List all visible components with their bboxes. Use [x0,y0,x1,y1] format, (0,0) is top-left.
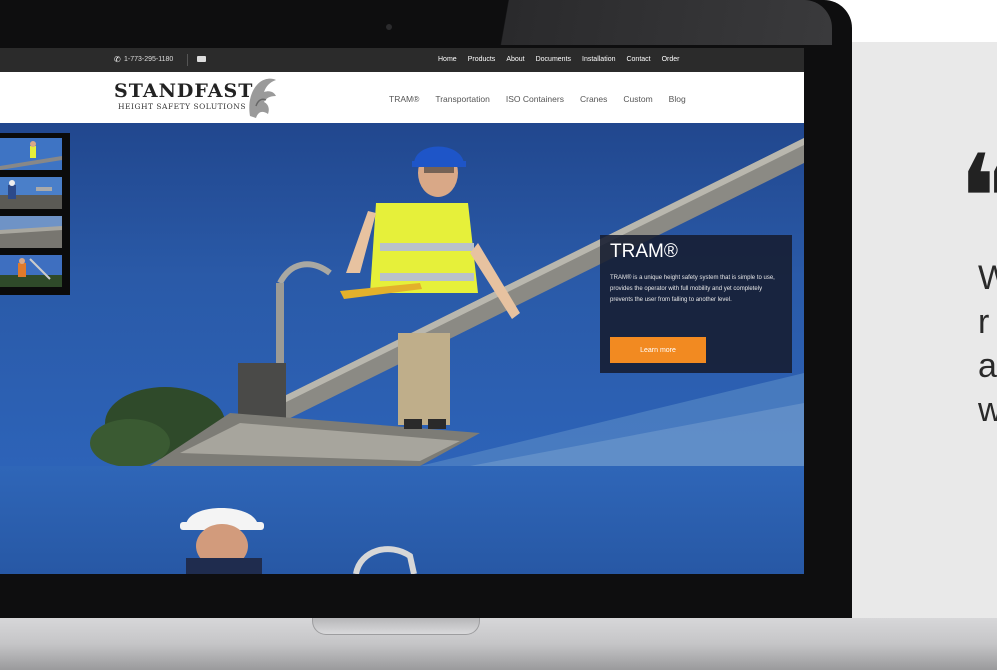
topnav-about[interactable]: About [506,56,524,63]
top-nav: Home Products About Documents Installati… [438,56,691,63]
hero-caption-box: TRAM® TRAM® is a unique height safety sy… [600,235,792,373]
quote-mark: ❝ [958,130,997,269]
section2-photo [180,508,417,574]
second-section-photo [0,466,804,574]
spartan-helmet-icon [249,78,276,118]
laptop-notch [312,618,480,635]
phone-icon: ✆ [114,55,121,64]
main-nav: TRAM® Transportation ISO Containers Cran… [389,94,702,104]
nav-transportation[interactable]: Transportation [435,94,490,104]
camera-dot [386,24,392,30]
topnav-products[interactable]: Products [468,56,496,63]
nav-tram[interactable]: TRAM® [389,94,419,104]
topnav-installation[interactable]: Installation [582,56,615,63]
bezel-gloss [490,0,832,45]
site-header: STANDFAST HEIGHT SAFETY SOLUTIONS TRAM® … [0,72,804,123]
phone-number[interactable]: 1-773-295-1180 [124,56,173,63]
side-letter: W [978,259,997,297]
topnav-home[interactable]: Home [438,56,457,63]
hero-description: TRAM® is a unique height safety system t… [610,275,775,303]
hero-banner: TRAM® TRAM® is a unique height safety sy… [0,123,804,466]
laptop-base [0,618,997,670]
topnav-documents[interactable]: Documents [536,56,571,63]
logo-wordmark[interactable]: STANDFAST [114,80,253,102]
nav-custom[interactable]: Custom [623,94,652,104]
thumbnail-strip [0,133,70,295]
side-letter: w [978,391,997,429]
thumbnail-2[interactable] [0,177,62,209]
thumbnail-3[interactable] [0,216,62,248]
mail-icon[interactable] [197,56,206,62]
thumbnail-1[interactable] [0,138,62,170]
learn-more-button[interactable]: Learn more [610,337,706,363]
logo-tagline: HEIGHT SAFETY SOLUTIONS [118,102,246,111]
top-bar: ✆ 1-773-295-1180 Home Products About Doc… [0,48,804,72]
side-panel [848,42,997,622]
side-letter: r [978,303,990,341]
hero-title: TRAM® [610,241,678,262]
thumbnail-4[interactable] [0,255,62,287]
topbar-divider [187,54,188,66]
side-text: W r a w [978,256,997,432]
nav-blog[interactable]: Blog [669,94,686,104]
topnav-contact[interactable]: Contact [626,56,650,63]
side-letter: a [978,347,997,385]
laptop-screen: ✆ 1-773-295-1180 Home Products About Doc… [0,48,804,574]
nav-iso-containers[interactable]: ISO Containers [506,94,564,104]
nav-cranes[interactable]: Cranes [580,94,607,104]
topnav-order[interactable]: Order [662,56,680,63]
